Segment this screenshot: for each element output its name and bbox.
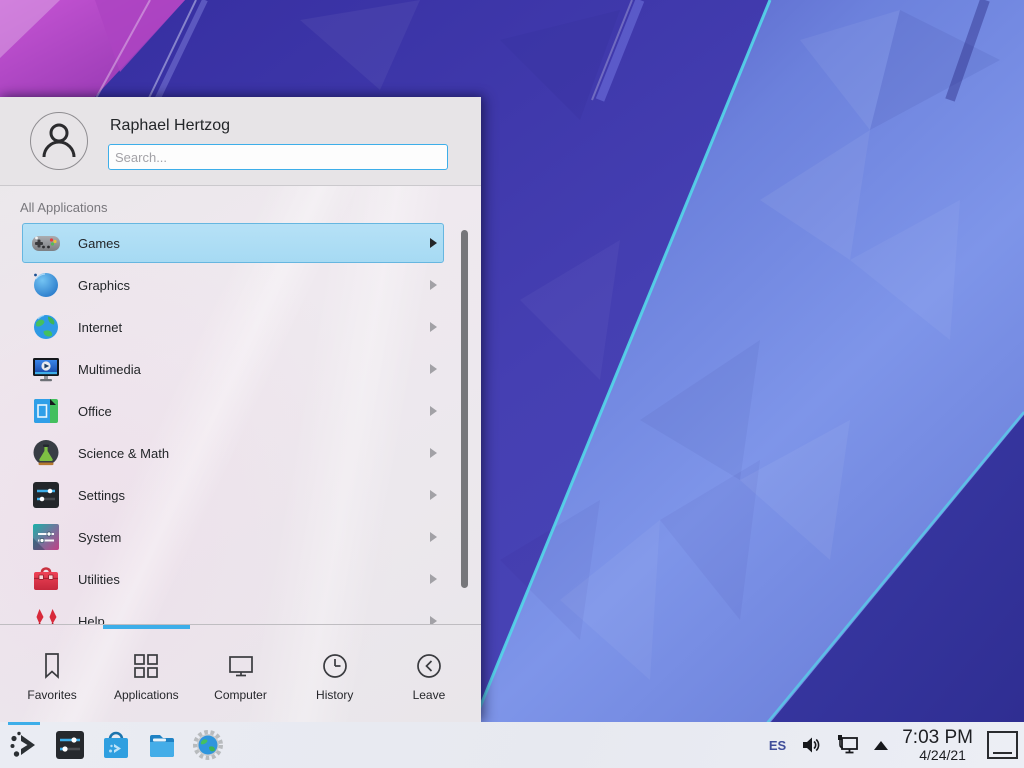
submenu-arrow-icon (430, 364, 437, 374)
search-input[interactable] (108, 144, 448, 170)
desktop: Raphael Hertzog All Applications (0, 0, 1024, 768)
category-science-math[interactable]: Science & Math (0, 432, 481, 474)
clock-date: 4/24/21 (912, 748, 973, 763)
submenu-arrow-icon (430, 574, 437, 584)
category-multimedia[interactable]: Multimedia (0, 348, 481, 390)
digital-clock[interactable]: 7:03 PM 4/24/21 (902, 728, 973, 763)
user-icon (31, 113, 87, 169)
tab-computer[interactable]: Computer (193, 625, 287, 722)
category-help[interactable]: Help (0, 600, 481, 624)
submenu-arrow-icon (430, 490, 437, 500)
discover-icon (100, 729, 132, 761)
science-icon (30, 437, 62, 469)
games-icon (30, 227, 62, 259)
applications-grid-icon (131, 651, 161, 681)
submenu-arrow-icon (430, 532, 437, 542)
category-office[interactable]: Office (0, 390, 481, 432)
application-launcher-menu: Raphael Hertzog All Applications (0, 97, 481, 722)
launcher-tabbar: Favorites Applications Computer (0, 624, 481, 722)
dolphin-folder-icon (146, 729, 178, 761)
expand-tray-caret-icon[interactable] (874, 741, 888, 750)
category-settings[interactable]: Settings (0, 474, 481, 516)
volume-icon[interactable] (800, 734, 822, 756)
file-manager-button[interactable] (145, 722, 179, 768)
clock-time: 7:03 PM (902, 728, 973, 748)
system-settings-icon (54, 729, 86, 761)
konqueror-globe-icon (192, 729, 224, 761)
system-tray: ES (769, 728, 1018, 763)
network-icon[interactable] (836, 733, 860, 757)
kickoff-icon (8, 729, 40, 761)
taskbar: ES (0, 722, 1024, 768)
graphics-icon (30, 269, 62, 301)
launcher-header: Raphael Hertzog (0, 97, 481, 186)
web-browser-button[interactable] (191, 722, 225, 768)
category-games[interactable]: Games (0, 222, 481, 264)
leave-back-icon (414, 651, 444, 681)
submenu-arrow-icon (430, 406, 437, 416)
submenu-arrow-icon (430, 448, 437, 458)
system-settings-button[interactable] (53, 722, 87, 768)
office-icon (30, 395, 62, 427)
taskbar-launchers (7, 722, 225, 768)
application-launcher-button[interactable] (7, 722, 41, 768)
history-clock-icon (320, 651, 350, 681)
submenu-arrow-icon (430, 616, 437, 624)
submenu-arrow-icon (430, 280, 437, 290)
favorites-bookmark-icon (37, 651, 67, 681)
user-avatar[interactable] (30, 112, 88, 170)
scrollbar[interactable] (461, 230, 468, 588)
keyboard-layout-indicator[interactable]: ES (769, 738, 786, 753)
utilities-icon (30, 563, 62, 595)
tab-history[interactable]: History (288, 625, 382, 722)
multimedia-icon (30, 353, 62, 385)
category-graphics[interactable]: Graphics (0, 264, 481, 306)
category-list: Games Graphics (0, 222, 481, 624)
category-utilities[interactable]: Utilities (0, 558, 481, 600)
tab-favorites[interactable]: Favorites (5, 625, 99, 722)
tab-leave[interactable]: Leave (382, 625, 476, 722)
user-name: Raphael Hertzog (110, 117, 230, 135)
help-icon (30, 605, 62, 624)
submenu-arrow-icon (430, 322, 437, 332)
computer-monitor-icon (226, 651, 256, 681)
category-system[interactable]: System (0, 516, 481, 558)
internet-icon (30, 311, 62, 343)
discover-button[interactable] (99, 722, 133, 768)
show-desktop-button[interactable] (987, 731, 1018, 759)
category-internet[interactable]: Internet (0, 306, 481, 348)
active-tab-indicator (103, 625, 190, 629)
settings-icon (30, 479, 62, 511)
system-icon (30, 521, 62, 553)
submenu-arrow-icon (430, 238, 437, 248)
tab-applications[interactable]: Applications (99, 625, 193, 722)
section-label: All Applications (20, 200, 107, 215)
